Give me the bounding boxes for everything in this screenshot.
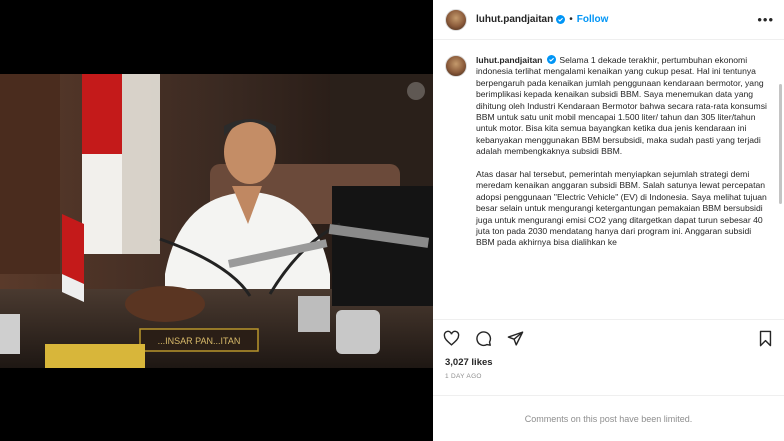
caption-text-1: Selama 1 dekade terakhir, pertumbuhan ek… <box>476 55 767 157</box>
caption-scroll-area[interactable]: luhut.pandjaitan Selama 1 dekade terakhir… <box>433 40 784 319</box>
bookmark-icon[interactable] <box>757 330 774 347</box>
share-icon[interactable] <box>507 330 524 347</box>
likes-count[interactable]: 3,027 likes <box>433 357 784 371</box>
post-details-panel: luhut.pandjaitan • Follow ••• luhut.pand… <box>433 0 784 441</box>
author-avatar[interactable] <box>445 8 467 31</box>
post-header: luhut.pandjaitan • Follow ••• <box>433 0 784 40</box>
heart-icon[interactable] <box>443 330 460 347</box>
expand-media-button[interactable] <box>407 82 425 100</box>
verified-icon <box>556 15 566 24</box>
caption-paragraph: Atas dasar hal tersebut, pemerintah meny… <box>476 169 770 249</box>
post-actions <box>433 319 784 357</box>
follow-button[interactable]: Follow <box>577 14 609 25</box>
nameplate-text: ...INSAR PAN...ITAN <box>158 336 241 346</box>
author-username[interactable]: luhut.pandjaitan <box>476 14 553 25</box>
caption-text-2: Atas dasar hal tersebut, pemerintah meny… <box>476 169 767 248</box>
comments-limited-notice: Comments on this post have been limited. <box>433 395 784 441</box>
post-timestamp[interactable]: 1 DAY AGO <box>433 371 784 385</box>
caption-paragraph: luhut.pandjaitan Selama 1 dekade terakhir… <box>476 55 770 158</box>
post-media-pane: ...INSAR PAN...ITAN <box>0 0 433 441</box>
header-separator: • <box>569 14 573 25</box>
post-caption: luhut.pandjaitan Selama 1 dekade terakhir… <box>476 55 770 319</box>
verified-icon <box>547 55 557 64</box>
comment-icon[interactable] <box>475 330 492 347</box>
caption-scrollbar[interactable] <box>779 84 782 204</box>
post-photo: ...INSAR PAN...ITAN <box>0 74 433 368</box>
caption-username[interactable]: luhut.pandjaitan <box>476 55 542 65</box>
more-icon[interactable]: ••• <box>757 12 774 27</box>
caption-author-avatar[interactable] <box>445 55 467 77</box>
instagram-post-viewer: ...INSAR PAN...ITAN luhut.pandjaitan • F… <box>0 0 784 441</box>
